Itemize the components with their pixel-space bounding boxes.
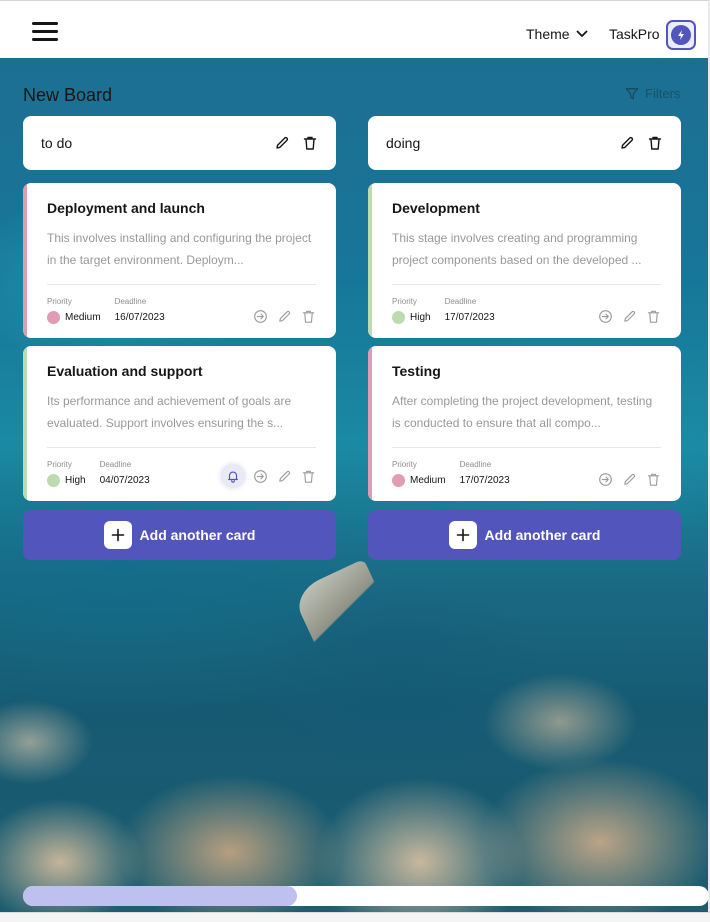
card-description: After completing the project development… (392, 394, 653, 430)
deadline-value: 04/07/2023 (99, 474, 150, 486)
deadline-label: Deadline (99, 460, 132, 469)
add-card-label: Add another card (484, 527, 601, 543)
add-card-label: Add another card (139, 527, 256, 543)
card-title: Testing (392, 363, 441, 379)
priority-value: High (410, 311, 431, 323)
boat-image (291, 558, 389, 648)
priority-value: Medium (65, 311, 101, 323)
trash-icon[interactable] (645, 471, 661, 487)
priority-value: High (65, 474, 86, 486)
task-card[interactable]: Deployment and launch This involves inst… (23, 183, 336, 338)
plus-icon (448, 521, 477, 549)
priority-block: Priority High (392, 297, 431, 324)
priority-dot (392, 473, 405, 487)
priority-label: Priority (47, 297, 72, 306)
priority-block: Priority Medium (47, 297, 101, 324)
task-card[interactable]: Evaluation and support Its performance a… (23, 346, 336, 501)
deadline-block: Deadline 04/07/2023 (100, 460, 150, 487)
card-divider (47, 284, 316, 285)
trash-icon[interactable] (647, 135, 663, 151)
priority-label: Priority (392, 297, 417, 306)
deadline-label: Deadline (114, 297, 147, 306)
card-description: This stage involves creating and program… (392, 231, 642, 267)
deadline-block: Deadline 17/07/2023 (445, 297, 495, 324)
edit-icon[interactable] (274, 135, 290, 151)
priority-label: Priority (392, 460, 417, 469)
theme-dropdown[interactable]: Theme (526, 26, 588, 42)
priority-dot (392, 310, 405, 324)
priority-stripe (23, 346, 27, 501)
chevron-down-icon (576, 30, 587, 37)
card-title: Evaluation and support (47, 363, 203, 379)
horizontal-scrollbar[interactable] (23, 886, 709, 906)
card-title: Development (392, 200, 480, 216)
priority-stripe (368, 346, 372, 501)
task-card[interactable]: Development This stage involves creating… (368, 183, 681, 338)
plus-icon (103, 521, 132, 549)
card-title: Deployment and launch (47, 200, 205, 216)
card-description: This involves installing and configuring… (47, 231, 312, 267)
scrollbar-thumb[interactable] (23, 886, 297, 906)
username: TaskPro (609, 26, 660, 42)
edit-icon[interactable] (621, 308, 637, 324)
card-divider (47, 447, 316, 448)
trash-icon[interactable] (300, 308, 316, 324)
column-title: doing (386, 135, 421, 151)
filters-button[interactable]: Filters (625, 86, 680, 101)
card-divider (392, 284, 661, 285)
move-icon[interactable] (597, 471, 613, 487)
trash-icon[interactable] (645, 308, 661, 324)
priority-dot (47, 473, 60, 487)
filter-icon (625, 87, 639, 99)
add-card-button[interactable]: Add another card (368, 510, 681, 560)
edit-icon[interactable] (621, 471, 637, 487)
move-icon[interactable] (597, 308, 613, 324)
menu-icon[interactable] (32, 22, 58, 41)
priority-dot (47, 310, 60, 324)
bell-icon[interactable] (222, 465, 244, 487)
priority-stripe (23, 183, 27, 338)
deadline-block: Deadline 17/07/2023 (460, 460, 510, 487)
theme-label: Theme (526, 26, 570, 42)
plants-image (0, 662, 710, 922)
deadline-value: 16/07/2023 (114, 311, 165, 323)
edit-icon[interactable] (619, 135, 635, 151)
move-icon[interactable] (252, 468, 268, 484)
column-title: to do (41, 135, 73, 151)
card-divider (392, 447, 661, 448)
deadline-value: 17/07/2023 (459, 474, 510, 486)
trash-icon[interactable] (300, 468, 316, 484)
column-doing: doing Development This stage involves cr… (368, 116, 681, 560)
priority-stripe (368, 183, 372, 338)
priority-label: Priority (47, 460, 72, 469)
board-title: New Board (23, 85, 113, 105)
add-card-button[interactable]: Add another card (23, 510, 336, 560)
column-header: to do (23, 116, 336, 170)
move-icon[interactable] (252, 308, 268, 324)
avatar[interactable] (666, 20, 696, 50)
edit-icon[interactable] (276, 468, 292, 484)
edit-icon[interactable] (276, 308, 292, 324)
card-description: Its performance and achievement of goals… (47, 394, 292, 430)
trash-icon[interactable] (302, 135, 318, 151)
lightning-icon (671, 25, 691, 45)
app-header: Theme TaskPro (0, 0, 710, 58)
filters-label: Filters (645, 86, 681, 101)
column-todo: to do Deployment and launch This involve… (23, 116, 336, 560)
deadline-value: 17/07/2023 (444, 311, 495, 323)
deadline-label: Deadline (459, 460, 492, 469)
column-header: doing (368, 116, 681, 170)
deadline-label: Deadline (444, 297, 477, 306)
task-card[interactable]: Testing After completing the project dev… (368, 346, 681, 501)
priority-block: Priority High (47, 460, 86, 487)
priority-block: Priority Medium (392, 460, 446, 487)
priority-value: Medium (410, 474, 446, 486)
window-bottom-edge (0, 912, 710, 922)
deadline-block: Deadline 16/07/2023 (115, 297, 165, 324)
